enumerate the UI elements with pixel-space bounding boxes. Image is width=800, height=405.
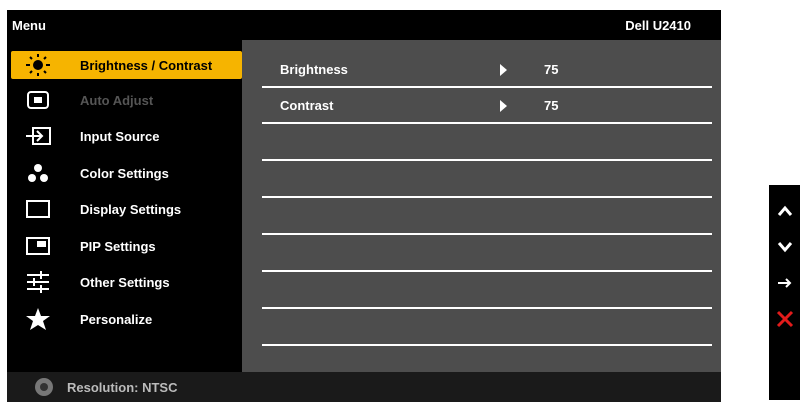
menu-item-label: Input Source (80, 128, 160, 144)
title-bar: Menu Dell U2410 (7, 10, 721, 40)
button-panel (769, 185, 800, 400)
menu-item-label: Other Settings (80, 274, 170, 290)
menu-item-label: PIP Settings (80, 238, 156, 254)
menu-item-label: Display Settings (80, 201, 182, 217)
input-source-icon (21, 124, 55, 148)
row-divider (262, 159, 712, 161)
submenu-row-brightness[interactable]: Brightness 75 (262, 52, 712, 88)
pip-icon (21, 234, 55, 258)
menu-item-color-settings[interactable]: Color Settings (11, 157, 242, 189)
main-menu: Brightness / Contrast Auto Adjust Input … (7, 40, 242, 372)
sun-icon (21, 53, 55, 77)
menu-title: Menu (12, 18, 46, 33)
submenu-row-empty (262, 162, 712, 198)
display-rect-icon (21, 197, 55, 221)
submenu-value: 75 (544, 98, 559, 113)
exit-button[interactable] (769, 301, 800, 337)
submenu-row-contrast[interactable]: Contrast 75 (262, 88, 712, 124)
submenu-row-empty (262, 310, 712, 346)
menu-item-personalize[interactable]: Personalize (11, 303, 242, 335)
submenu-row-empty (262, 273, 712, 309)
osd-window: Menu Dell U2410 Brightness / Contrast Au… (7, 10, 721, 402)
submenu-row-empty (262, 125, 712, 161)
submenu-value: 75 (544, 62, 559, 77)
up-button[interactable] (769, 193, 800, 229)
sliders-icon (21, 270, 55, 294)
row-divider (262, 122, 712, 124)
menu-item-display-settings[interactable]: Display Settings (11, 193, 242, 225)
submenu-label: Contrast (280, 98, 334, 113)
close-icon (776, 310, 793, 328)
row-divider (262, 344, 712, 346)
play-arrow-icon (500, 100, 507, 112)
auto-adjust-icon (21, 88, 55, 112)
chevron-up-icon (777, 205, 792, 216)
status-bar: Resolution: NTSC (7, 372, 721, 402)
arrow-right-icon (777, 278, 791, 288)
submenu-panel: Brightness 75 Contrast 75 (242, 40, 721, 372)
submenu-row-empty (262, 199, 712, 235)
chevron-down-icon (777, 242, 792, 253)
menu-item-label: Color Settings (80, 165, 169, 181)
menu-item-label: Personalize (80, 311, 153, 327)
menu-item-brightness-contrast[interactable]: Brightness / Contrast (11, 51, 242, 79)
resolution-text: Resolution: NTSC (67, 380, 178, 395)
row-divider (262, 307, 712, 309)
menu-item-auto-adjust[interactable]: Auto Adjust (11, 84, 242, 116)
menu-item-other-settings[interactable]: Other Settings (11, 266, 242, 298)
submenu-row-empty (262, 236, 712, 272)
menu-item-label: Auto Adjust (80, 92, 154, 108)
row-divider (262, 233, 712, 235)
menu-item-pip-settings[interactable]: PIP Settings (11, 230, 242, 262)
star-icon (21, 307, 55, 331)
menu-item-label: Brightness / Contrast (80, 57, 213, 73)
play-arrow-icon (500, 64, 507, 76)
enter-button[interactable] (769, 265, 800, 301)
color-dots-icon (21, 161, 55, 185)
resolution-icon (35, 378, 53, 396)
menu-item-input-source[interactable]: Input Source (11, 120, 242, 152)
row-divider (262, 270, 712, 272)
submenu-label: Brightness (280, 62, 348, 77)
down-button[interactable] (769, 229, 800, 265)
monitor-model: Dell U2410 (625, 18, 691, 33)
row-divider (262, 196, 712, 198)
